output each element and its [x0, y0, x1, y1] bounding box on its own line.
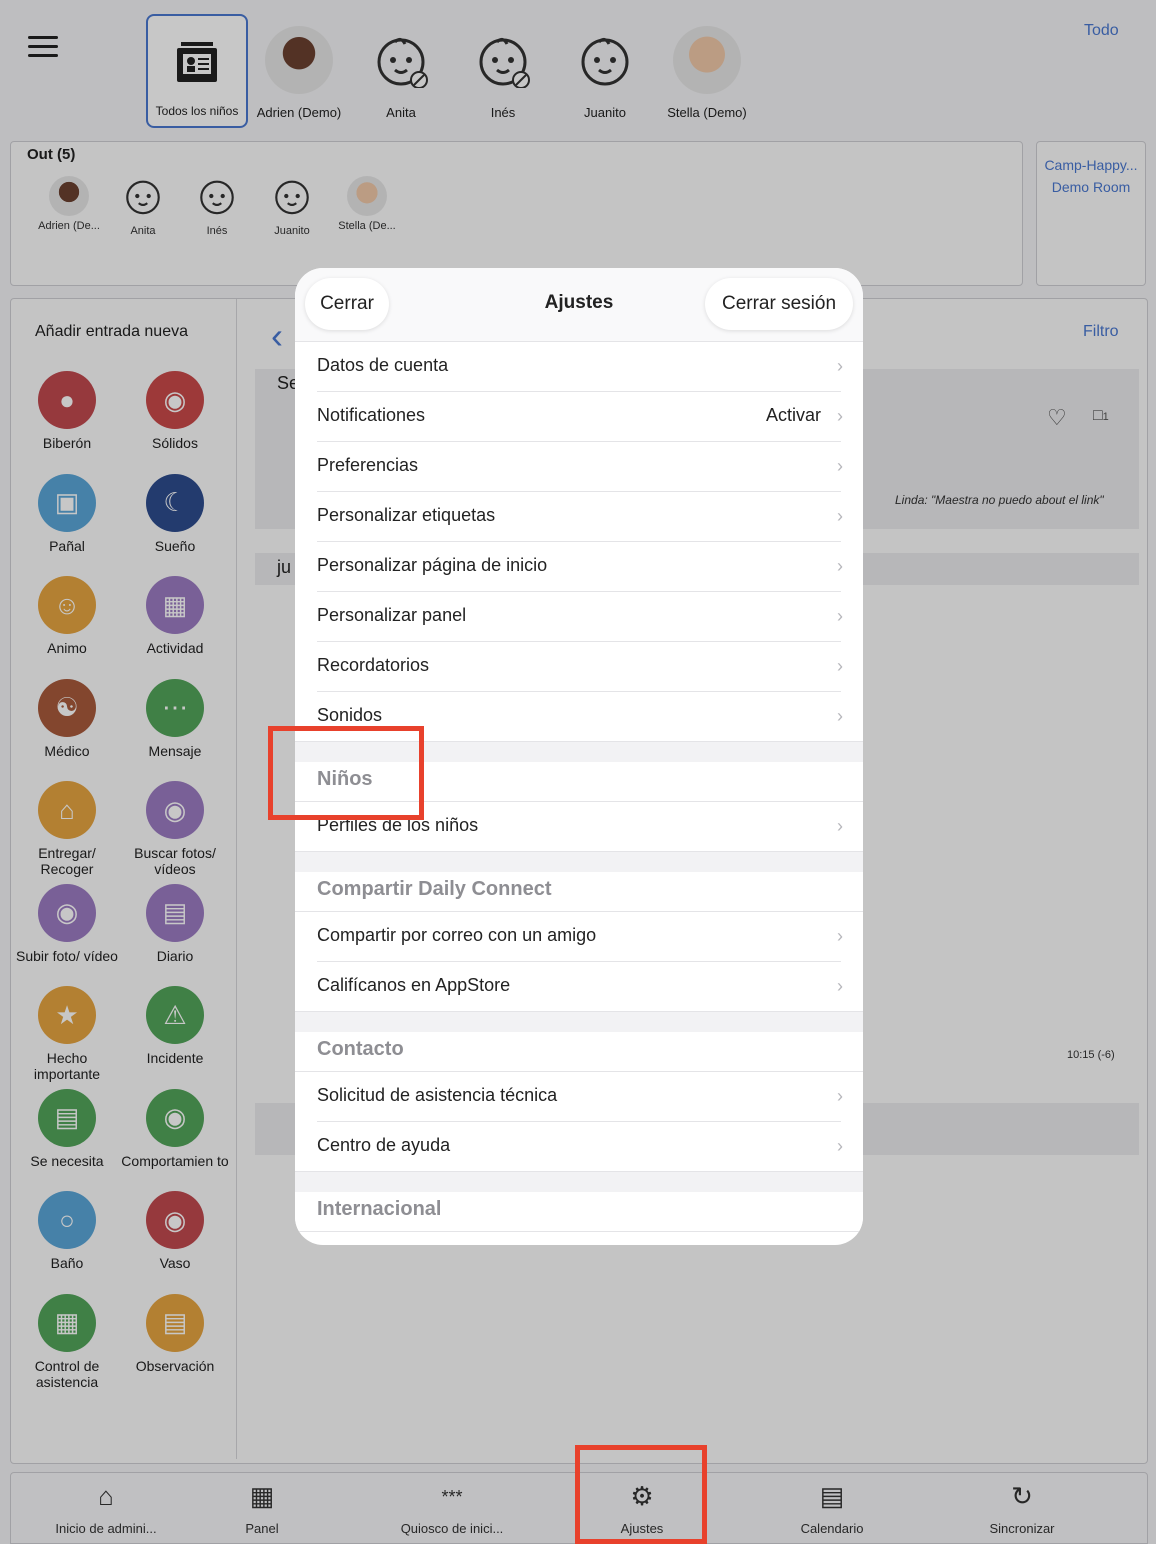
settings-row-label: Compartir por correo con un amigo	[317, 925, 597, 945]
section-header: Compartir Daily Connect	[295, 872, 863, 912]
settings-row[interactable]: Recordatorios ›	[295, 642, 863, 692]
settings-row-label: Datos de cuenta	[317, 355, 449, 375]
chevron-right-icon: ›	[837, 1136, 843, 1156]
section-gap	[295, 1172, 863, 1192]
highlight-box-ninos	[268, 726, 424, 820]
settings-row-label: Centro de ayuda	[317, 1135, 451, 1155]
chevron-right-icon: ›	[837, 556, 843, 576]
settings-row[interactable]: Preferencias ›	[295, 442, 863, 492]
section-title: Compartir Daily Connect	[317, 878, 552, 900]
chevron-right-icon: ›	[837, 406, 843, 426]
settings-row-label: Preferencias	[317, 455, 419, 475]
settings-row[interactable]: Solicitud de asistencia técnica ›	[295, 1072, 863, 1122]
settings-row-label: Personalizar página de inicio	[317, 555, 548, 575]
settings-row-label: Personalizar etiquetas	[317, 505, 496, 525]
highlight-box-ajustes	[575, 1445, 707, 1544]
section-header: Internacional	[295, 1192, 863, 1232]
settings-row-value: Activar	[765, 405, 821, 425]
settings-row[interactable]: Datos de cuenta ›	[295, 342, 863, 392]
logout-button[interactable]: Cerrar sesión	[705, 278, 853, 330]
chevron-right-icon: ›	[837, 976, 843, 996]
chevron-right-icon: ›	[837, 816, 843, 836]
settings-row[interactable]: Personalizar etiquetas ›	[295, 492, 863, 542]
chevron-right-icon: ›	[837, 706, 843, 726]
section-title: Contacto	[317, 1038, 404, 1060]
chevron-right-icon: ›	[837, 656, 843, 676]
section-gap	[295, 1012, 863, 1032]
settings-row[interactable]: Compartir por correo con un amigo ›	[295, 912, 863, 962]
chevron-right-icon: ›	[837, 1086, 843, 1106]
settings-row-label: Notificationes	[317, 405, 426, 425]
chevron-right-icon: ›	[837, 356, 843, 376]
chevron-right-icon: ›	[837, 606, 843, 626]
settings-row-label: Personalizar panel	[317, 605, 467, 625]
chevron-right-icon: ›	[837, 506, 843, 526]
chevron-right-icon: ›	[837, 926, 843, 946]
settings-row[interactable]: Centro de ayuda ›	[295, 1122, 863, 1172]
section-header: Contacto	[295, 1032, 863, 1072]
settings-row[interactable]: Personalizar panel ›	[295, 592, 863, 642]
section-gap	[295, 852, 863, 872]
settings-row[interactable]: Personalizar página de inicio ›	[295, 542, 863, 592]
section-title: Internacional	[317, 1198, 442, 1220]
settings-row-label: Califícanos en AppStore	[317, 975, 511, 995]
settings-row[interactable]: Califícanos en AppStore ›	[295, 962, 863, 1012]
modal-header: Cerrar Ajustes Cerrar sesión	[295, 268, 863, 342]
settings-row-label: Sonidos	[317, 705, 383, 725]
settings-row-label: Recordatorios	[317, 655, 430, 675]
chevron-right-icon: ›	[837, 456, 843, 476]
settings-row-label: Solicitud de asistencia técnica	[317, 1085, 558, 1105]
settings-row[interactable]: Notificationes Activar ›	[295, 392, 863, 442]
